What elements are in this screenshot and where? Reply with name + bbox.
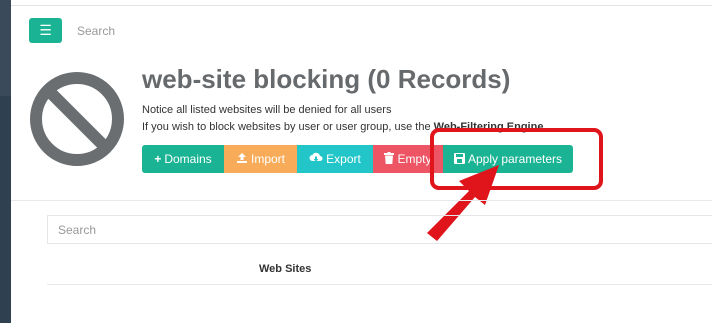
table-search [47, 215, 712, 244]
top-search-input[interactable]: Search [77, 24, 115, 38]
notice-prefix: If you wish to block websites by user or… [142, 121, 434, 133]
top-navbar [11, 0, 712, 62]
cloud-download-icon [309, 152, 323, 162]
top-border [11, 5, 712, 6]
import-label: Import [250, 152, 285, 166]
notice-text: Notice all listed websites will be denie… [142, 104, 392, 116]
export-button[interactable]: Export [297, 145, 373, 173]
sidebar-edge [0, 0, 11, 323]
table-header: Web Sites [47, 256, 712, 285]
column-header-web-sites[interactable]: Web Sites [259, 263, 311, 275]
blocked-circle-icon [30, 72, 124, 166]
export-label: Export [326, 152, 361, 166]
table-search-input[interactable] [48, 216, 712, 243]
add-domains-label: Domains [164, 152, 212, 166]
upload-icon [236, 153, 247, 163]
plus-icon: + [154, 152, 162, 166]
trash-icon [384, 152, 395, 164]
sidebar-edge-top [0, 0, 11, 96]
hamburger-icon: ☰ [39, 22, 52, 38]
add-domains-button[interactable]: + Domains [142, 145, 224, 173]
import-button[interactable]: Import [224, 145, 297, 173]
section-divider [11, 200, 712, 201]
page-title: web-site blocking (0 Records) [142, 64, 511, 94]
menu-toggle-button[interactable]: ☰ [29, 18, 62, 43]
